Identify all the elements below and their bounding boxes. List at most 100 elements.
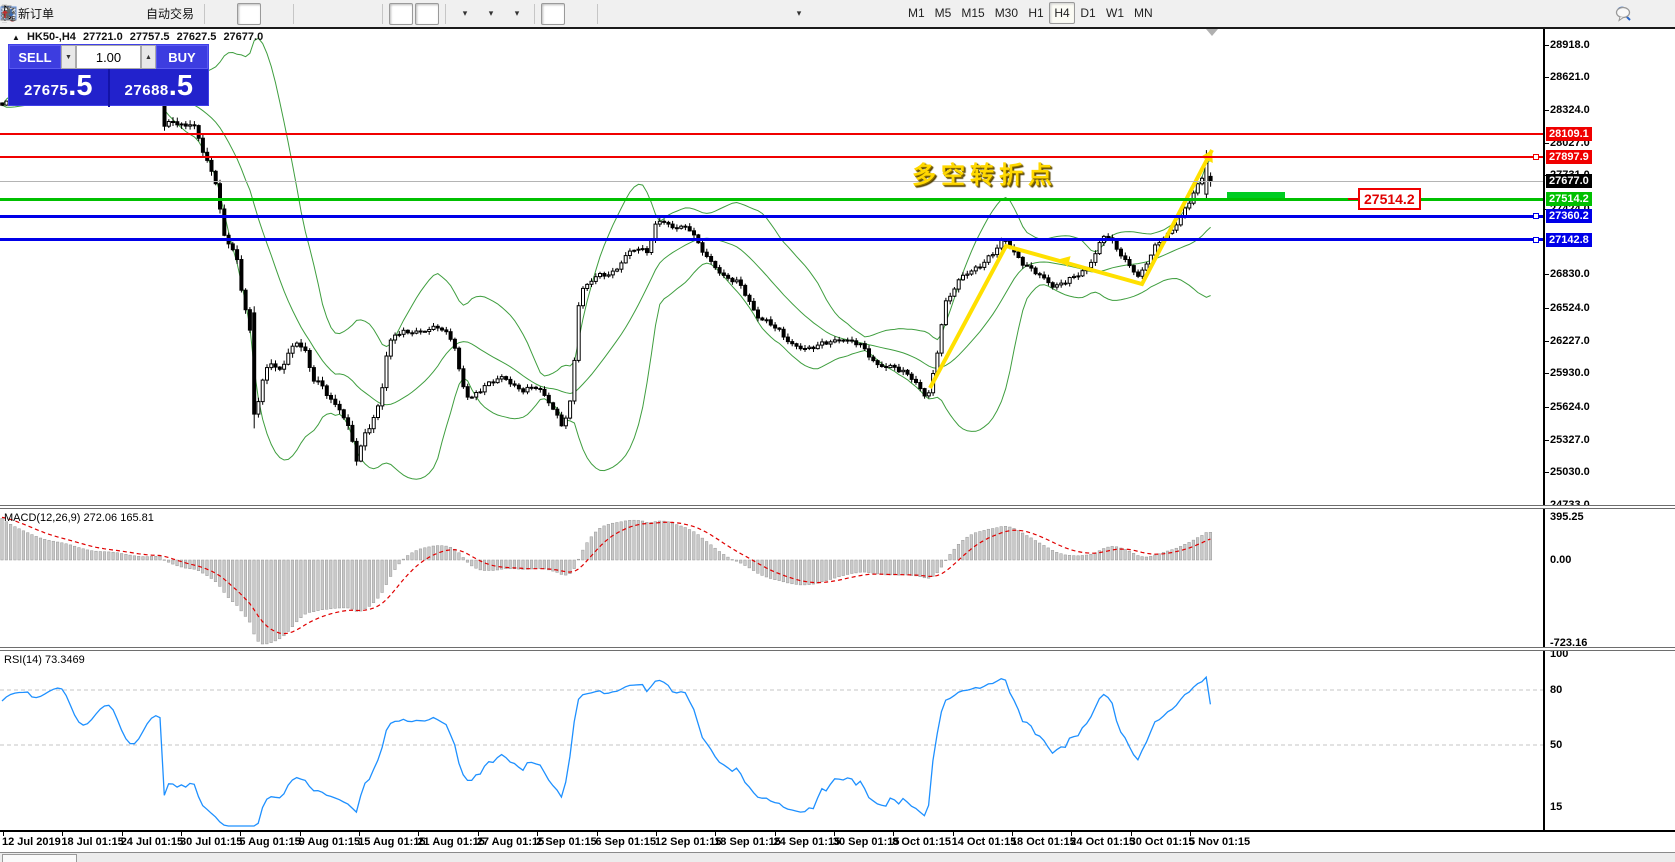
candlestick-chart-button[interactable] <box>237 3 261 25</box>
main-chart[interactable] <box>0 28 1543 506</box>
hline-27514-2[interactable] <box>0 198 1543 201</box>
x-tick-label: 6 Sep 01:15 <box>596 836 657 848</box>
bar-chart-button[interactable] <box>211 3 235 25</box>
y-tick-mark <box>1545 143 1549 144</box>
x-tick-label: 15 Aug 01:15 <box>358 836 425 848</box>
fibonacci-tool-button[interactable]: F <box>708 3 732 25</box>
auto-trading-button[interactable]: 自动交易 <box>138 3 198 25</box>
y-tick-mark <box>1545 110 1549 111</box>
chat-button[interactable] <box>1642 2 1666 24</box>
hline-27897-9[interactable] <box>0 156 1543 158</box>
template-button[interactable]: ▾ <box>504 3 528 25</box>
price-badge-27360-2: 27360.2 <box>1546 209 1592 223</box>
timeframe-m30[interactable]: M30 <box>990 2 1023 24</box>
x-tick-label: 30 Sep 01:15 <box>833 836 900 848</box>
buy-button[interactable]: BUY <box>156 45 208 69</box>
y-tick-mark <box>1545 341 1549 342</box>
price-badge-27514-2: 27514.2 <box>1546 192 1592 206</box>
hline-handle[interactable] <box>1533 237 1539 243</box>
rsi-axis-label: 15 <box>1550 801 1562 813</box>
x-tick-label: 30 Oct 01:15 <box>1130 836 1195 848</box>
volume-input[interactable] <box>77 49 140 66</box>
timeframe-mn[interactable]: MN <box>1129 2 1158 24</box>
x-tick-label: 30 Jul 01:15 <box>180 836 242 848</box>
x-tick-label: 21 Aug 01:15 <box>417 836 484 848</box>
y-tick: 26524.0 <box>1550 302 1590 314</box>
timeframe-h4[interactable]: H4 <box>1049 2 1075 24</box>
hline-handle[interactable] <box>1533 213 1539 219</box>
timeframe-h1[interactable]: H1 <box>1023 2 1049 24</box>
main-toolbar: 新订单 自动交易 <box>0 0 1675 29</box>
hline-handle[interactable] <box>1533 154 1539 160</box>
horizontal-line-tool-button[interactable] <box>630 3 654 25</box>
volume-down-button[interactable]: ▼ <box>61 45 76 69</box>
zoom-in-button[interactable] <box>300 3 324 25</box>
hline-27360-2[interactable] <box>0 215 1543 218</box>
timeframe-w1[interactable]: W1 <box>1101 2 1129 24</box>
price-tag-label[interactable]: 27514.2 <box>1358 188 1421 210</box>
macd-axis-label: 0.00 <box>1550 554 1571 566</box>
new-order-button[interactable]: 新订单 <box>10 3 58 25</box>
sell-price-frac: .5 <box>68 71 92 101</box>
tile-windows-button[interactable] <box>352 3 376 25</box>
bottom-tab[interactable] <box>2 854 77 862</box>
cursor-tool-button[interactable] <box>541 3 565 25</box>
one-click-trade-panel: SELL ▼ ▲ BUY 27675 .5 27688 .5 <box>8 44 209 106</box>
timeframe-m15[interactable]: M15 <box>956 2 989 24</box>
y-tick: 25930.0 <box>1550 367 1590 379</box>
period-caret[interactable]: ▾ <box>489 8 494 19</box>
hline-28109-1[interactable] <box>0 133 1543 135</box>
line-chart-button[interactable] <box>263 3 287 25</box>
ohlc-close: 27677.0 <box>223 31 263 43</box>
community-button[interactable] <box>86 3 110 25</box>
hline-27677-0[interactable] <box>0 181 1543 182</box>
macd-axis-label: 395.25 <box>1550 511 1584 523</box>
panel-separator-macd[interactable] <box>0 505 1675 509</box>
sell-price[interactable]: 27675 .5 <box>9 69 110 107</box>
y-tick-mark <box>1545 407 1549 408</box>
timeframe-m1[interactable]: M1 <box>903 2 930 24</box>
y-tick-mark <box>1545 373 1549 374</box>
template-caret[interactable]: ▾ <box>515 8 520 19</box>
rsi-panel[interactable] <box>0 652 1543 829</box>
chart-shift-marker[interactable] <box>1206 29 1218 36</box>
add-indicator-caret[interactable]: ▾ <box>463 8 468 19</box>
y-tick: 26227.0 <box>1550 335 1590 347</box>
collapse-panel-icon[interactable]: ▲ <box>12 33 20 42</box>
zoom-out-button[interactable] <box>326 3 350 25</box>
timeframe-d1[interactable]: D1 <box>1075 2 1101 24</box>
y-tick: 25327.0 <box>1550 434 1590 446</box>
x-tick-label: 27 Aug 01:15 <box>477 836 544 848</box>
vertical-line-tool-button[interactable] <box>604 3 628 25</box>
add-indicator-button[interactable]: ▾ <box>452 3 476 25</box>
crosshair-tool-button[interactable] <box>567 3 591 25</box>
timeframe-m5[interactable]: M5 <box>930 2 957 24</box>
symbol-title: HK50-,H4 <box>27 31 76 43</box>
signal-button[interactable] <box>112 3 136 25</box>
chart-shift-button[interactable] <box>415 3 439 25</box>
buy-price[interactable]: 27688 .5 <box>110 69 209 107</box>
arrows-tool-button[interactable]: ▾ <box>786 3 810 25</box>
eraser-button[interactable] <box>60 3 84 25</box>
x-tick-label: 12 Jul 2019 <box>2 836 61 848</box>
macd-panel[interactable] <box>0 510 1543 647</box>
buy-price-frac: .5 <box>169 71 193 101</box>
channel-tool-button[interactable]: E <box>682 3 706 25</box>
panel-separator-rsi[interactable] <box>0 647 1675 651</box>
text-label-tool-button[interactable]: T <box>760 3 784 25</box>
trendline-tool-button[interactable] <box>656 3 680 25</box>
text-tool-button[interactable]: A <box>734 3 758 25</box>
bottom-strip <box>0 852 1675 862</box>
price-axis-line[interactable] <box>1543 28 1545 832</box>
arrows-caret[interactable]: ▾ <box>797 8 802 19</box>
sell-button[interactable]: SELL <box>9 45 61 69</box>
volume-up-button[interactable]: ▲ <box>141 45 156 69</box>
x-tick-label: 18 Oct 01:15 <box>1011 836 1076 848</box>
rsi-axis-label: 80 <box>1550 684 1562 696</box>
auto-scroll-button[interactable] <box>389 3 413 25</box>
x-tick-label: 12 Sep 01:15 <box>655 836 722 848</box>
period-button[interactable]: ▾ <box>478 3 502 25</box>
rsi-axis-label: 50 <box>1550 739 1562 751</box>
chart-annotation-text[interactable]: 多空转折点 <box>912 155 1057 190</box>
hline-27142-8[interactable] <box>0 238 1543 241</box>
